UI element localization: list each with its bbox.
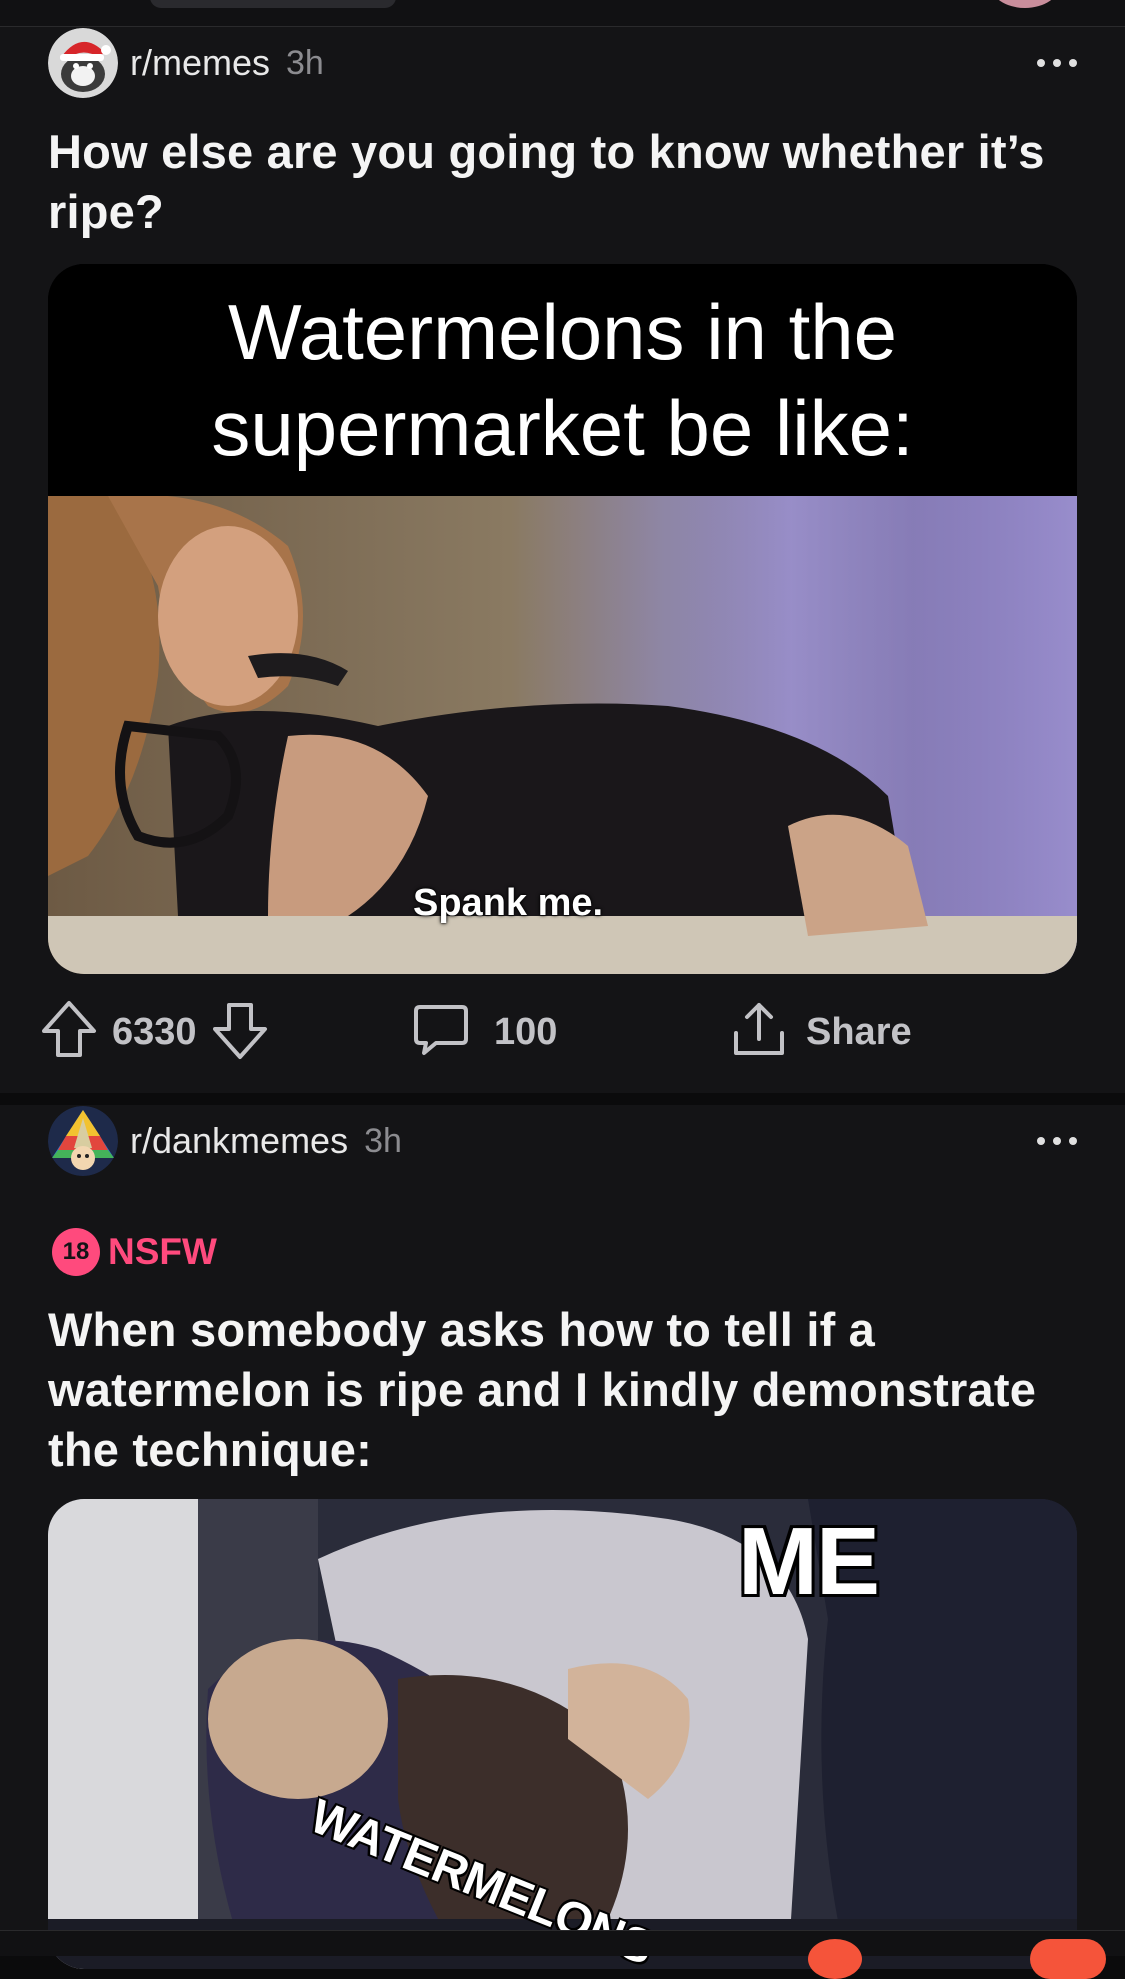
subreddit-name[interactable]: r/memes (130, 42, 270, 84)
share-label: Share (806, 1010, 912, 1053)
post-header: r/dankmemes 3h (48, 1105, 402, 1177)
subreddit-name[interactable]: r/dankmemes (130, 1120, 348, 1162)
share-icon (730, 999, 788, 1066)
meme-caption: Watermelons in the supermarket be like: (211, 288, 914, 472)
bottom-tab-bar-edge (0, 1930, 1125, 1979)
meme-caption-band: Watermelons in the supermarket be like: (48, 264, 1077, 496)
subreddit-avatar[interactable] (48, 28, 118, 98)
post-image[interactable]: ME WATERMELONS (48, 1499, 1077, 1969)
vote-count: 6330 (112, 1010, 197, 1053)
post-age: 3h (364, 1121, 402, 1160)
nsfw-label: NSFW (108, 1231, 217, 1272)
post-header: r/memes 3h (48, 27, 324, 99)
post-card[interactable]: r/dankmemes 3h 18 NSFW When somebody ask… (0, 1105, 1125, 1969)
more-options-icon[interactable] (1037, 1131, 1077, 1151)
post-card[interactable]: r/memes 3h How else are you going to kno… (0, 27, 1125, 1093)
meme-overlay-text: Spank me. (413, 882, 604, 924)
vote-group: 6330 (40, 997, 269, 1067)
post-age: 3h (286, 43, 324, 82)
share-button[interactable]: Share (730, 997, 912, 1067)
more-options-icon[interactable] (1037, 53, 1077, 73)
notification-badge[interactable] (808, 1939, 862, 1979)
comment-count: 100 (494, 1010, 558, 1053)
subreddit-avatar[interactable] (48, 1106, 118, 1176)
search-bar-edge[interactable] (150, 0, 396, 8)
top-header-strip (0, 0, 1125, 27)
nsfw-badge: 18 NSFW (52, 1228, 217, 1276)
arrow-down-icon[interactable] (211, 999, 269, 1066)
post-title[interactable]: When somebody asks how to tell if a wate… (48, 1300, 1048, 1480)
notification-badge[interactable] (1030, 1939, 1106, 1979)
comment-bubble-icon (412, 1001, 470, 1064)
nsfw-18-icon: 18 (52, 1228, 100, 1276)
post-image[interactable]: Watermelons in the supermarket be like: (48, 264, 1077, 974)
meme-label-me: ME (738, 1508, 880, 1615)
comment-button[interactable]: 100 (412, 997, 557, 1067)
post-title[interactable]: How else are you going to know whether i… (48, 122, 1048, 242)
user-avatar-edge[interactable] (990, 0, 1060, 8)
post-action-bar: 6330 100 Share (40, 997, 1085, 1067)
arrow-up-icon[interactable] (40, 999, 98, 1066)
